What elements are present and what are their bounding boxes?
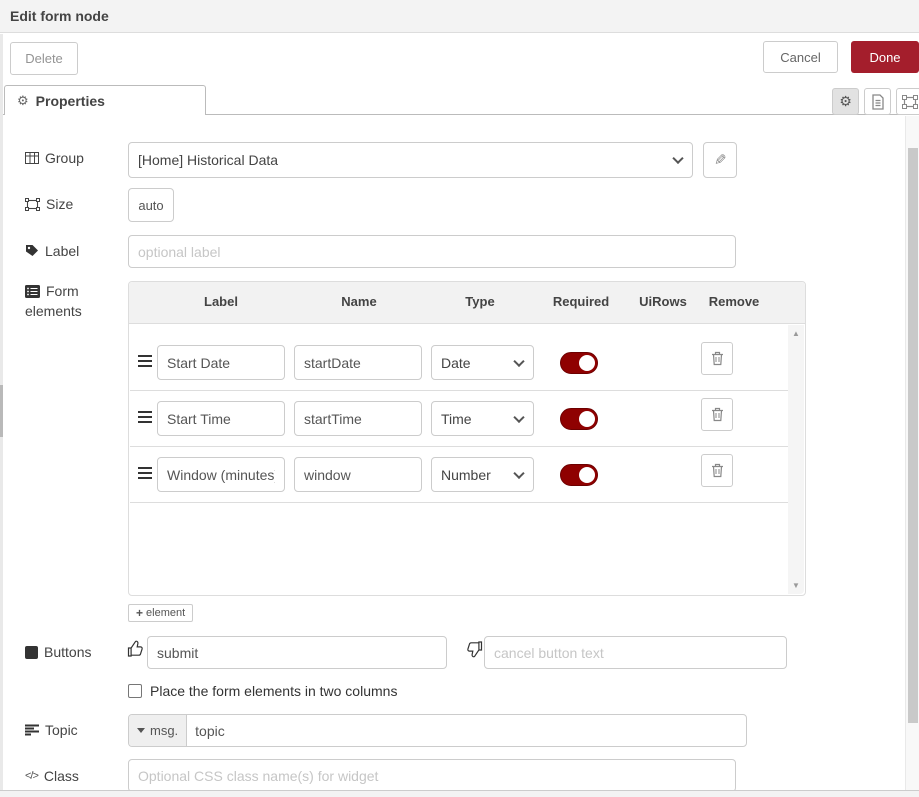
element-label-input[interactable] (157, 401, 285, 436)
size-button[interactable]: auto (128, 188, 174, 222)
element-label-input[interactable] (157, 457, 285, 492)
topic-value[interactable]: topic (187, 723, 225, 739)
pencil-icon: ✎ (714, 151, 727, 169)
chevron-down-icon (513, 355, 524, 366)
dialog-title: Edit form node (0, 0, 919, 33)
element-label-input[interactable] (157, 345, 285, 380)
dialog-title-text: Edit form node (10, 8, 109, 24)
table-header: Label Name Type Required UiRows Remove (129, 282, 805, 324)
drag-handle-icon[interactable] (138, 411, 152, 423)
tab-properties[interactable]: ⚙ Properties (4, 85, 206, 115)
group-select[interactable]: [Home] Historical Data (128, 142, 693, 178)
class-field-label: </> Class (25, 768, 79, 784)
trash-icon (711, 407, 724, 422)
drag-handle-icon[interactable] (138, 355, 152, 367)
element-type-select[interactable]: Date (431, 345, 534, 380)
thumbs-down-icon (466, 640, 483, 658)
plus-icon: + (136, 606, 143, 620)
remove-element-button[interactable] (701, 342, 733, 375)
drag-handle-icon[interactable] (138, 467, 152, 479)
list-alt-icon (25, 285, 40, 298)
element-type-select[interactable]: Time (431, 401, 534, 436)
caret-down-icon (137, 728, 145, 733)
page-scrollbar[interactable] (905, 116, 919, 790)
table-row: Time (130, 391, 788, 447)
trash-icon (711, 351, 724, 366)
chevron-down-icon (672, 153, 683, 164)
object-group-icon (25, 198, 40, 211)
done-button[interactable]: Done (851, 41, 919, 73)
chevron-down-icon (513, 467, 524, 478)
label-input[interactable] (128, 235, 736, 268)
class-input[interactable] (128, 759, 736, 792)
dialog-bottom-edge (0, 790, 919, 797)
buttons-field-label: Buttons (25, 644, 91, 660)
cancel-button[interactable]: Cancel (763, 41, 838, 73)
table-scrollbar[interactable]: ▲ ▼ (788, 325, 804, 594)
scroll-up-icon[interactable]: ▲ (788, 329, 804, 338)
page-scrollbar-thumb[interactable] (908, 148, 918, 723)
edit-group-button[interactable]: ✎ (703, 142, 737, 178)
table-row: Number (130, 447, 788, 503)
col-header-label: Label (204, 294, 238, 309)
submit-button-text-input[interactable] (147, 636, 447, 669)
gear-icon: ⚙ (17, 93, 29, 109)
tag-icon (25, 244, 39, 258)
group-field-label: Group (25, 150, 84, 166)
tasks-icon (25, 724, 39, 736)
table-row: Date (130, 335, 788, 391)
cancel-button-text-input[interactable] (484, 636, 787, 669)
col-header-name: Name (341, 294, 376, 309)
element-name-input[interactable] (294, 345, 422, 380)
size-field-label: Size (25, 196, 73, 212)
element-name-input[interactable] (294, 401, 422, 436)
element-type-select[interactable]: Number (431, 457, 534, 492)
code-icon: </> (25, 770, 38, 782)
table-icon (25, 152, 39, 164)
chevron-down-icon (513, 411, 524, 422)
col-header-remove: Remove (709, 294, 760, 309)
document-icon (871, 94, 885, 110)
thumbs-up-icon (127, 640, 144, 658)
topic-field-label: Topic (25, 722, 78, 738)
col-header-required: Required (553, 294, 609, 309)
trash-icon (711, 463, 724, 478)
col-header-uirows: UiRows (639, 294, 687, 309)
two-columns-label: Place the form elements in two columns (150, 683, 397, 699)
required-toggle[interactable] (560, 408, 598, 430)
form-elements-field-label: Form (25, 283, 79, 299)
two-columns-checkbox[interactable] (128, 684, 142, 698)
form-elements-table: Label Name Type Required UiRows Remove D… (128, 281, 806, 596)
tab-properties-label: Properties (36, 93, 105, 109)
element-name-input[interactable] (294, 457, 422, 492)
required-toggle[interactable] (560, 352, 598, 374)
label-field-label: Label (25, 243, 79, 259)
square-icon (25, 646, 38, 659)
remove-element-button[interactable] (701, 398, 733, 431)
group-select-value: [Home] Historical Data (138, 152, 278, 168)
topic-type-select[interactable]: msg. (129, 715, 187, 746)
topic-typed-input[interactable]: msg. topic (128, 714, 747, 747)
topic-type-label: msg. (150, 723, 178, 738)
properties-view-button[interactable]: ⚙ (832, 88, 859, 115)
delete-button[interactable]: Delete (10, 42, 78, 75)
col-header-type: Type (465, 294, 494, 309)
gear-icon: ⚙ (839, 93, 852, 110)
left-scroll-thumb[interactable] (0, 385, 3, 437)
form-elements-field-label-2: elements (25, 303, 82, 319)
add-element-button[interactable]: + element (128, 604, 193, 622)
appearance-icon (902, 95, 918, 109)
appearance-view-button[interactable] (896, 88, 919, 115)
description-view-button[interactable] (864, 88, 891, 115)
scroll-down-icon[interactable]: ▼ (788, 581, 804, 590)
remove-element-button[interactable] (701, 454, 733, 487)
dialog-left-edge (0, 34, 3, 790)
required-toggle[interactable] (560, 464, 598, 486)
